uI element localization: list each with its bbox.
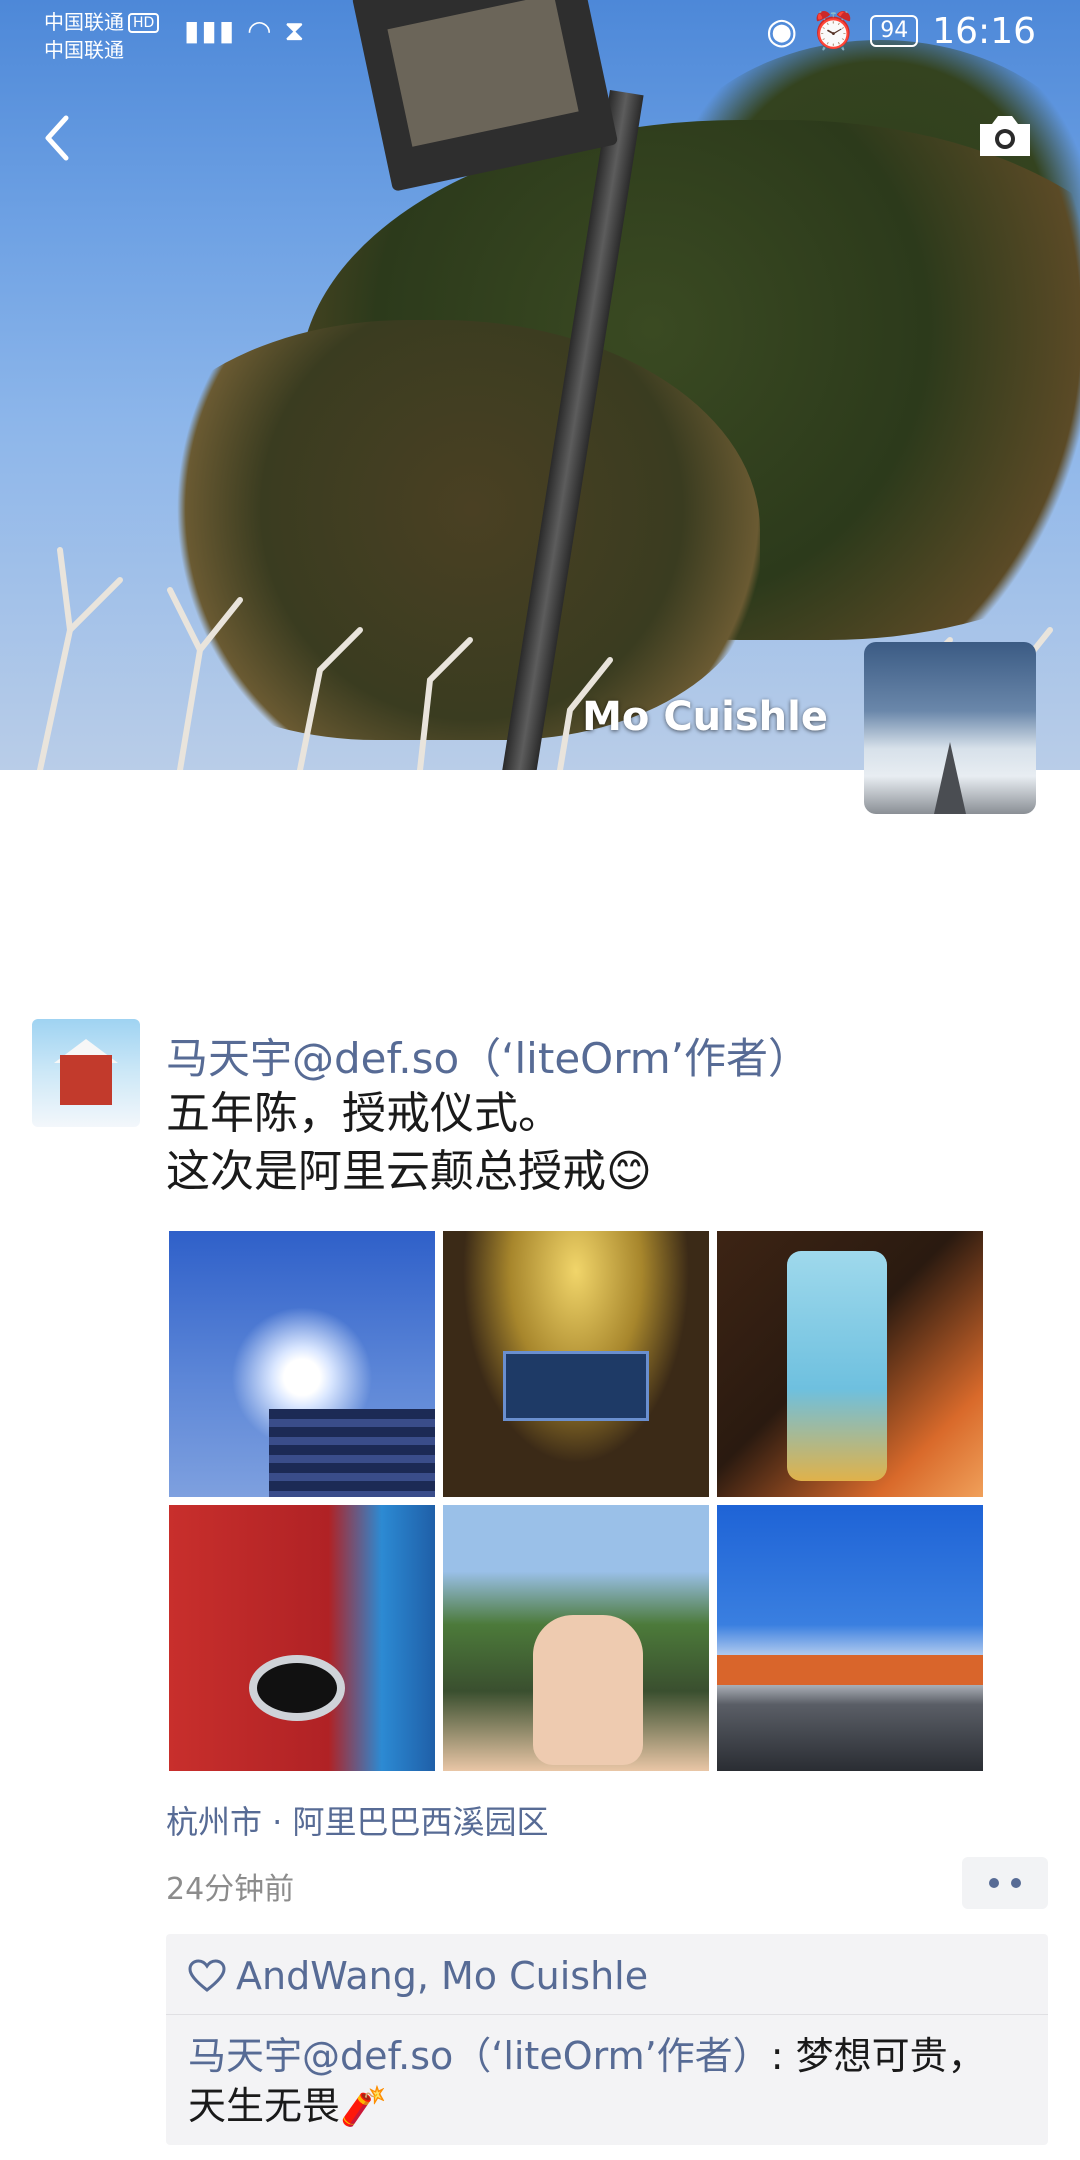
likes-row: AndWang, Mo Cuishle [166,1934,1048,2015]
signal-icons: ▮▮▮ ◠ ⧗ [184,14,306,48]
post-photo[interactable] [717,1231,983,1497]
status-bar: 中国联通 HD 中国联通 ▮▮▮ ◠ ⧗ ◉ ⏰ 94 16:16 [0,0,1080,80]
post-photo[interactable] [443,1231,709,1497]
carrier-2: 中国联通 [44,38,124,62]
post-time: 24分钟前 [166,1872,295,1907]
carrier-info: 中国联通 HD 中国联通 [44,8,160,64]
post-photo[interactable] [169,1505,435,1771]
clock: 16:16 [932,10,1036,52]
carrier-1: 中国联通 [44,10,124,34]
post-location[interactable]: 杭州市 · 阿里巴巴西溪园区 [166,1797,549,1843]
avatar-road [934,742,966,814]
post-photo[interactable] [717,1505,983,1771]
more-dots-icon[interactable] [962,1857,1048,1909]
dot [989,1878,999,1888]
profile-avatar[interactable] [864,642,1036,814]
hd-badge: HD [128,13,160,33]
battery-indicator: 94 [870,15,919,47]
signal-icon: ▮▮▮ [184,14,237,47]
interaction-panel: AndWang, Mo Cuishle 马天宇@def.so（‘liteOrm’… [166,1934,1048,2145]
comment-text: 天生无畏🧨 [188,2084,388,2128]
avatar-house [60,1055,112,1105]
post-author[interactable]: 马天宇@def.so（‘liteOrm’作者） [166,1025,810,1086]
status-right: ◉ ⏰ 94 16:16 [766,10,1036,53]
post-content-line: 这次是阿里云颠总授戒😊 [166,1146,652,1197]
dot [1011,1878,1021,1888]
wifi-icon: ◠ [247,14,274,47]
post-content-line: 五年陈，授戒仪式。 [166,1088,562,1139]
comment-separator: : [770,2034,796,2078]
post-avatar[interactable] [32,1019,140,1127]
hourglass-icon: ⧗ [284,14,307,47]
camera-icon[interactable] [976,112,1034,158]
photo-grid [169,1231,987,1771]
alarm-icon: ⏰ [811,11,857,52]
likes-names[interactable]: AndWang, Mo Cuishle [236,1954,648,1998]
post-photo[interactable] [169,1231,435,1497]
comment-text: 梦想可贵， [795,2034,986,2078]
profile-name[interactable]: Mo Cuishle [582,694,828,740]
post-content: 五年陈，授戒仪式。 这次是阿里云颠总授戒😊 [166,1085,652,1201]
comment-row[interactable]: 马天宇@def.so（‘liteOrm’作者）: 梦想可贵， 天生无畏🧨 [166,2015,1048,2145]
heart-icon [188,1959,226,1992]
eye-icon: ◉ [766,10,798,52]
comment-author[interactable]: 马天宇@def.so（‘liteOrm’作者） [188,2034,771,2078]
back-arrow-icon[interactable] [36,108,80,168]
post-photo[interactable] [443,1505,709,1771]
